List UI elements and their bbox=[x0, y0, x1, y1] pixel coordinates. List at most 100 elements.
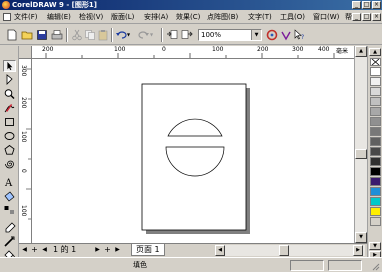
scroll-right-icon[interactable]: ▶ bbox=[353, 245, 363, 256]
redo-dropdown-icon[interactable]: ▼ bbox=[150, 29, 155, 41]
scroll-down-icon[interactable]: ▼ bbox=[355, 232, 367, 243]
color-swatch[interactable] bbox=[370, 107, 381, 116]
maximize-button[interactable]: □ bbox=[362, 1, 371, 9]
menu-effects[interactable]: 效果(C) bbox=[176, 10, 200, 24]
color-swatch[interactable] bbox=[370, 167, 381, 176]
outline-tool-icon[interactable] bbox=[3, 236, 16, 248]
spiral-tool-icon[interactable] bbox=[3, 158, 16, 170]
color-swatch[interactable] bbox=[370, 137, 381, 146]
interactive-fill-tool-icon[interactable] bbox=[3, 190, 16, 202]
zoom-tool-icon[interactable] bbox=[3, 88, 16, 100]
v-ruler-label: 0 bbox=[20, 169, 27, 173]
color-swatch[interactable] bbox=[370, 197, 381, 206]
coreldraw-app-icon[interactable] bbox=[2, 1, 10, 9]
color-swatch[interactable] bbox=[370, 77, 381, 86]
resize-grip-icon[interactable] bbox=[370, 261, 380, 271]
menu-view[interactable]: 检视(V) bbox=[79, 10, 103, 24]
color-swatch[interactable] bbox=[370, 87, 381, 96]
color-swatch[interactable] bbox=[370, 217, 381, 226]
color-swatch[interactable] bbox=[370, 157, 381, 166]
h-ruler-label: 200 bbox=[257, 46, 269, 53]
zoom-dropdown-arrow-icon[interactable]: ▼ bbox=[251, 30, 261, 40]
page-tab[interactable]: 页面 1 bbox=[131, 244, 165, 256]
eyedropper-tool-icon[interactable] bbox=[3, 222, 16, 234]
v-ruler-label: 200 bbox=[20, 97, 27, 109]
horizontal-scroll-thumb[interactable] bbox=[279, 245, 289, 256]
previous-page-icon[interactable]: ◀ bbox=[40, 245, 49, 255]
corel-online-icon[interactable] bbox=[280, 29, 292, 41]
color-swatch[interactable] bbox=[370, 127, 381, 136]
rectangle-tool-icon[interactable] bbox=[3, 116, 16, 128]
doc-minimize-button[interactable]: _ bbox=[352, 13, 361, 21]
horizontal-ruler[interactable]: 200 100 0 100 200 300 400 毫米 bbox=[32, 46, 354, 59]
color-swatch[interactable] bbox=[370, 67, 381, 76]
color-swatch[interactable] bbox=[370, 147, 381, 156]
pick-tool-icon[interactable] bbox=[3, 60, 16, 72]
print-icon[interactable] bbox=[51, 29, 63, 41]
shape-tool-icon[interactable] bbox=[3, 74, 16, 86]
vertical-scrollbar[interactable]: ▲ ▼ bbox=[354, 46, 367, 243]
horizontal-ruler-ticks bbox=[45, 53, 335, 58]
ruler-origin-corner[interactable] bbox=[19, 46, 32, 59]
last-page-icon[interactable]: ▶ bbox=[113, 245, 122, 255]
open-folder-icon[interactable] bbox=[21, 29, 33, 41]
menu-text[interactable]: 文字(T) bbox=[248, 10, 272, 24]
interactive-blend-tool-icon[interactable] bbox=[3, 204, 16, 216]
vertical-ruler[interactable]: 300 200 100 0 100 bbox=[19, 59, 32, 243]
add-page-after-icon[interactable]: + bbox=[103, 245, 112, 255]
zoom-level-combo[interactable]: 100% ▼ bbox=[198, 29, 262, 41]
h-ruler-label: 100 bbox=[114, 46, 126, 53]
color-swatch[interactable] bbox=[370, 97, 381, 106]
title-bar: CorelDRAW 9 - [图形1] _ □ × bbox=[0, 0, 382, 10]
palette-scroll-down-icon[interactable]: ▼ bbox=[369, 242, 381, 250]
scroll-left-icon[interactable]: ◀ bbox=[215, 245, 225, 256]
v-ruler-label: 100 bbox=[20, 131, 27, 143]
doc-close-button[interactable]: × bbox=[372, 13, 381, 21]
menu-arrange[interactable]: 安排(A) bbox=[144, 10, 168, 24]
toolbar-separator bbox=[66, 28, 68, 42]
save-disk-icon[interactable] bbox=[36, 29, 48, 41]
menu-tools[interactable]: 工具(O) bbox=[280, 10, 305, 24]
polygon-tool-icon[interactable] bbox=[3, 144, 16, 156]
freehand-tool-icon[interactable] bbox=[3, 102, 16, 114]
redo-icon[interactable] bbox=[138, 29, 150, 41]
scroll-up-icon[interactable]: ▲ bbox=[355, 46, 367, 57]
import-icon[interactable] bbox=[166, 29, 178, 41]
color-swatch[interactable] bbox=[370, 187, 381, 196]
add-page-before-icon[interactable]: + bbox=[30, 245, 39, 255]
minimize-button[interactable]: _ bbox=[352, 1, 361, 9]
color-swatch[interactable] bbox=[370, 177, 381, 186]
undo-dropdown-icon[interactable]: ▼ bbox=[127, 29, 132, 41]
ellipse-tool-icon[interactable] bbox=[3, 130, 16, 142]
new-document-icon[interactable] bbox=[6, 29, 18, 41]
next-page-icon[interactable]: ▶ bbox=[93, 245, 102, 255]
vertical-scroll-thumb[interactable] bbox=[355, 149, 367, 159]
color-swatch[interactable] bbox=[370, 207, 381, 216]
menu-file[interactable]: 文件(F) bbox=[14, 10, 38, 24]
palette-scroll-up-icon[interactable]: ▲ bbox=[369, 48, 381, 56]
color-swatch[interactable] bbox=[370, 117, 381, 126]
undo-icon[interactable] bbox=[115, 29, 127, 41]
first-page-icon[interactable]: ◀ bbox=[20, 245, 29, 255]
export-icon[interactable] bbox=[181, 29, 193, 41]
text-tool-icon[interactable]: A bbox=[3, 176, 16, 188]
drawing-canvas[interactable] bbox=[32, 59, 354, 243]
close-button[interactable]: × bbox=[372, 1, 381, 9]
doc-restore-button[interactable]: □ bbox=[362, 13, 371, 21]
menu-layout[interactable]: 版面(L) bbox=[111, 10, 134, 24]
cut-icon[interactable] bbox=[71, 29, 83, 41]
horizontal-scrollbar[interactable]: ◀ ▶ bbox=[215, 245, 365, 256]
paste-icon[interactable] bbox=[97, 29, 109, 41]
drawing-page-svg bbox=[141, 83, 250, 234]
color-swatch-none[interactable] bbox=[370, 58, 381, 66]
status-fill-label: 填色 bbox=[133, 261, 147, 269]
menu-window[interactable]: 窗口(W) bbox=[313, 10, 339, 24]
corel-application-launcher-icon[interactable] bbox=[266, 29, 278, 41]
document-icon[interactable] bbox=[3, 13, 11, 21]
toolbar-separator bbox=[111, 28, 113, 42]
whats-this-help-icon[interactable]: ? bbox=[293, 29, 305, 41]
h-ruler-label: 0 bbox=[162, 46, 166, 53]
menu-edit[interactable]: 编辑(E) bbox=[47, 10, 71, 24]
copy-icon[interactable] bbox=[84, 29, 96, 41]
menu-bitmaps[interactable]: 点阵图(B) bbox=[207, 10, 238, 24]
